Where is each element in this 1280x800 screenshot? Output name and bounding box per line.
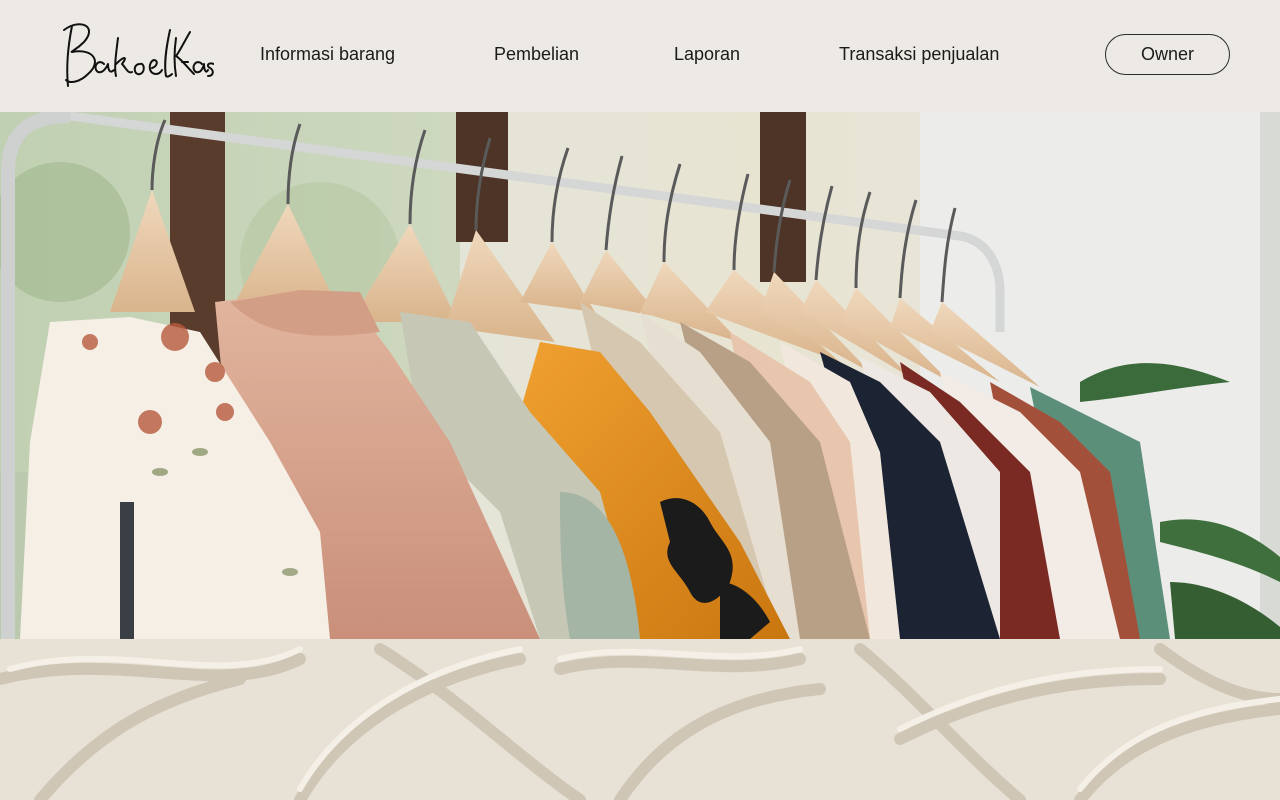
owner-button[interactable]: Owner bbox=[1105, 34, 1230, 75]
carved-stone-banner bbox=[0, 639, 1280, 800]
brand-logo-script bbox=[63, 23, 214, 87]
clothing-rack-illustration bbox=[0, 112, 1280, 639]
nav-laporan[interactable]: Laporan bbox=[674, 42, 740, 66]
stone-relief-illustration bbox=[0, 639, 1280, 800]
nav-transaksi-penjualan[interactable]: Transaksi penjualan bbox=[839, 42, 999, 66]
brand-logo[interactable] bbox=[58, 18, 214, 92]
nav-informasi-barang[interactable]: Informasi barang bbox=[260, 42, 395, 66]
hero-clothing-rack-image bbox=[0, 112, 1280, 639]
nav-pembelian[interactable]: Pembelian bbox=[494, 42, 579, 66]
top-navbar: Informasi barang Pembelian Laporan Trans… bbox=[0, 0, 1280, 112]
